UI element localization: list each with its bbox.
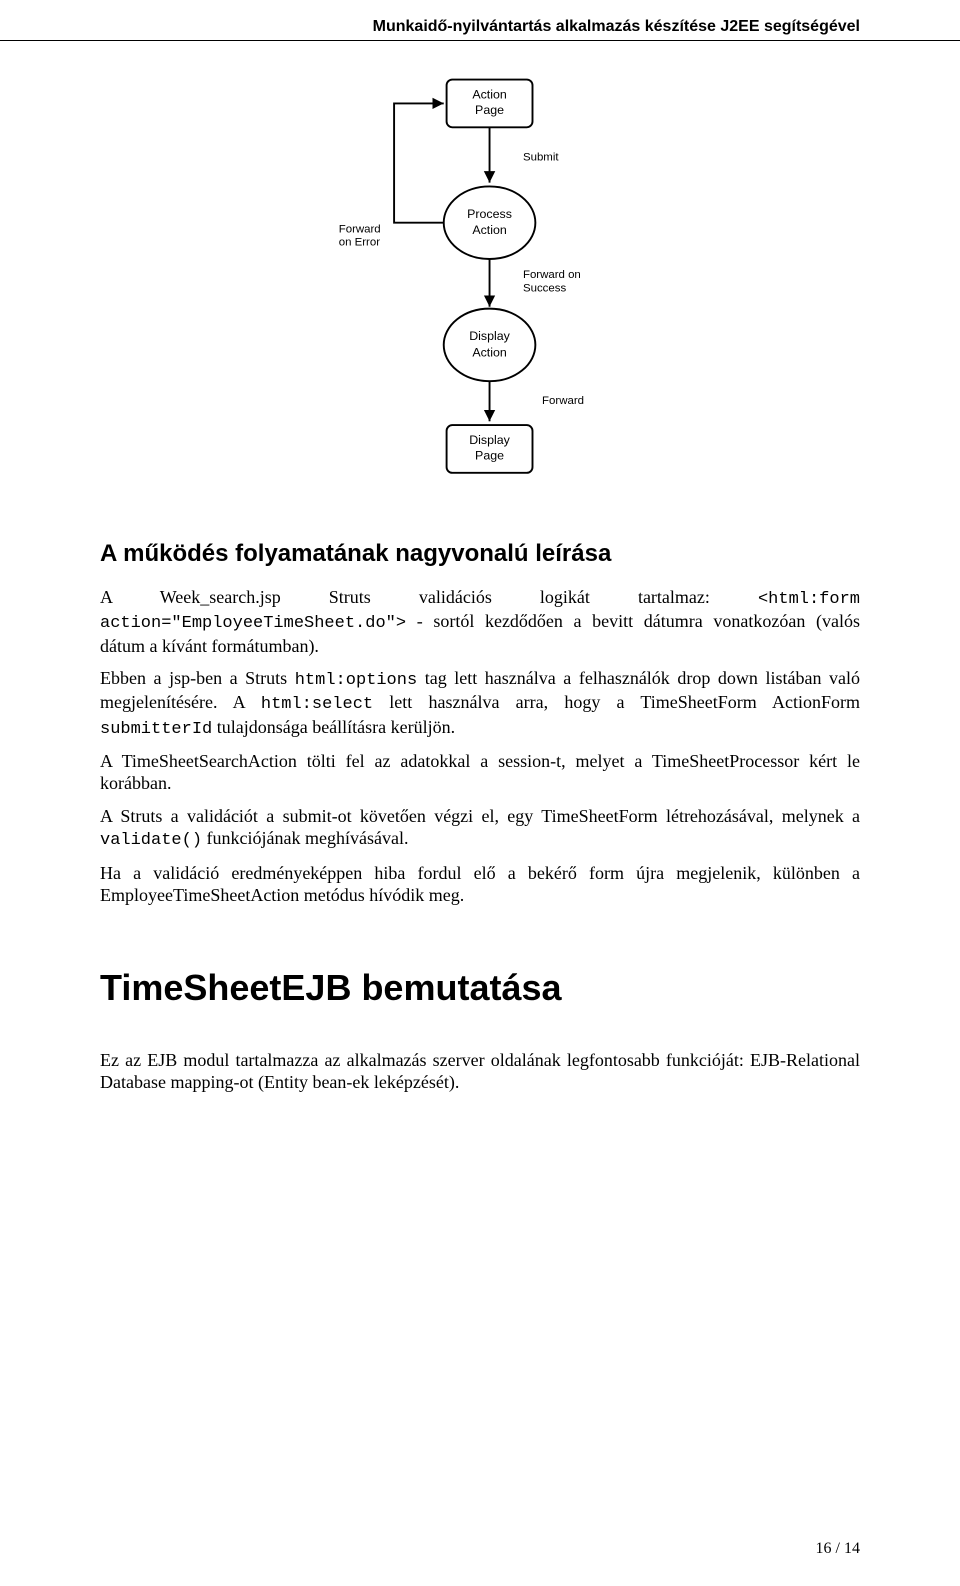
section1-p4-code1: validate() [100, 831, 202, 850]
section1-p2-code2: html:select [261, 695, 373, 714]
page: Munkaidő-nyilvántartás alkalmazás készít… [0, 0, 960, 1586]
section1-p2c: lett használva arra, hogy a TimeSheetFor… [373, 692, 860, 712]
section2-p1: Ez az EJB modul tartalmazza az alkalmazá… [100, 1049, 860, 1094]
section1-p4a: A Struts a validációt a submit-ot követő… [100, 806, 860, 826]
body-content: A működés folyamatának nagyvonalú leírás… [100, 540, 860, 1104]
header-divider [0, 40, 960, 41]
edge-forward-success-label2: Success [523, 282, 567, 294]
section1-p2-code3: submitterId [100, 720, 212, 739]
section1-p2: Ebben a jsp-ben a Struts html:options ta… [100, 667, 860, 740]
node-display-page-label2: Page [475, 448, 504, 462]
node-display-action-label1: Display [469, 329, 510, 343]
edge-forward-label: Forward [542, 395, 584, 407]
section1-p1a: A Week_search.jsp Struts validációs logi… [100, 587, 758, 607]
running-header: Munkaidő-nyilvántartás alkalmazás készít… [373, 18, 860, 36]
figure-container: Action Page Submit Process Action Forwar… [0, 70, 960, 490]
section1-p1: A Week_search.jsp Struts validációs logi… [100, 586, 860, 657]
section1-p5: Ha a validáció eredményeképpen hiba ford… [100, 862, 860, 907]
section1-heading: A működés folyamatának nagyvonalú leírás… [100, 540, 860, 568]
section1-p4: A Struts a validációt a submit-ot követő… [100, 805, 860, 852]
edge-submit-label: Submit [523, 152, 559, 164]
node-display-page-label1: Display [469, 433, 510, 447]
node-display-action-label2: Action [472, 345, 507, 359]
section1-p4b: funkciójának meghívásával. [202, 828, 408, 848]
node-process-action-label1: Process [467, 207, 512, 221]
edge-forward-error [394, 103, 444, 222]
flowchart-figure: Action Page Submit Process Action Forwar… [270, 70, 690, 490]
node-action-page-label2: Page [475, 103, 504, 117]
page-number: 16 / 14 [816, 1540, 860, 1558]
section1-p3: A TimeSheetSearchAction tölti fel az ada… [100, 750, 860, 795]
edge-forward-success-label1: Forward on [523, 269, 581, 281]
edge-forward-error-label2: on Error [339, 237, 381, 249]
edge-forward-error-label1: Forward [339, 223, 381, 235]
section1-p2-code1: html:options [295, 671, 417, 690]
node-process-action-label2: Action [472, 223, 507, 237]
section1-p2d: tulajdonsága beállításra kerüljön. [212, 717, 455, 737]
node-action-page-label1: Action [472, 88, 507, 102]
section1-p2a: Ebben a jsp-ben a Struts [100, 668, 295, 688]
section2-heading: TimeSheetEJB bemutatása [100, 967, 860, 1009]
